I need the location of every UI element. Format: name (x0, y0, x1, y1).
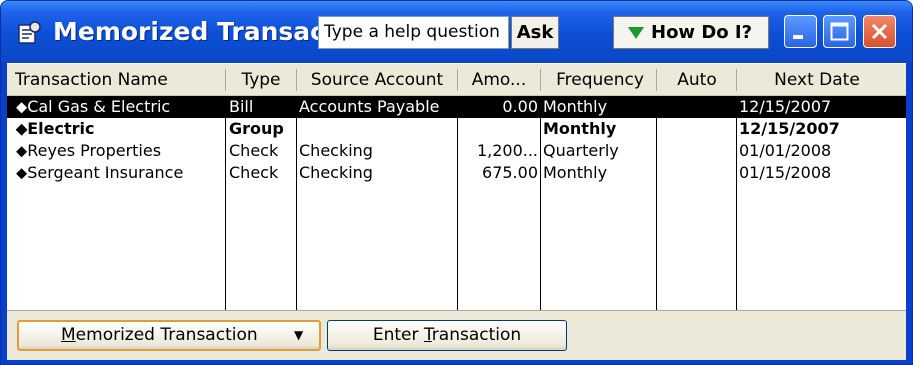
column-header-amount[interactable]: Amo... (461, 64, 537, 96)
enter-transaction-button[interactable]: Enter Transaction (327, 320, 567, 351)
transaction-name-cell: ⬥Reyes Properties (16, 140, 224, 162)
menu-arrow-icon: ▼ (294, 328, 304, 342)
row-bullet: ⬥ (16, 119, 28, 138)
amount-cell (459, 118, 538, 140)
memorized-transaction-list: Transaction Name Type Source Account Amo… (7, 63, 906, 360)
column-header-row: Transaction Name Type Source Account Amo… (7, 63, 906, 96)
frequency-cell: Monthly (543, 119, 617, 138)
close-button[interactable] (863, 15, 896, 48)
transaction-name: Electric (27, 119, 95, 138)
auto-cell (659, 96, 735, 118)
column-divider (540, 69, 541, 91)
amount-cell: 1,200... (476, 141, 538, 160)
type-cell: Check (229, 141, 279, 160)
column-gridline (656, 96, 657, 310)
memorized-transaction-window: Memorized Transactio... Type a help ques… (0, 0, 913, 365)
column-divider (225, 69, 226, 91)
column-header-frequency[interactable]: Frequency (544, 64, 656, 96)
column-divider (736, 69, 737, 91)
label-part: ransaction (431, 325, 522, 345)
column-header-auto[interactable]: Auto (660, 64, 734, 96)
dropdown-triangle-icon (628, 27, 644, 39)
column-gridline (457, 96, 458, 310)
frequency-cell: Quarterly (543, 141, 619, 160)
ask-button[interactable]: Ask (511, 16, 559, 49)
next-date-cell: 12/15/2007 (739, 97, 832, 116)
maximize-button[interactable] (823, 15, 856, 48)
column-divider (457, 69, 458, 91)
next-date-cell: 01/15/2008 (739, 163, 832, 182)
mnemonic-letter: M (61, 325, 76, 345)
row-bullet: ⬥ (16, 97, 28, 116)
frequency-cell: Monthly (543, 97, 608, 116)
close-icon (871, 23, 888, 40)
next-date-cell: 12/15/2007 (739, 119, 840, 138)
transaction-name-cell: ⬥Sergeant Insurance (16, 162, 224, 184)
column-gridline (296, 96, 297, 310)
help-search-input[interactable]: Type a help question (318, 16, 509, 49)
column-divider (296, 69, 297, 91)
column-header-type[interactable]: Type (231, 64, 291, 96)
column-gridline (540, 96, 541, 310)
type-cell: Group (229, 119, 284, 138)
transaction-name-cell: ⬥Cal Gas & Electric (16, 96, 224, 118)
title-bar[interactable]: Memorized Transactio... Type a help ques… (1, 1, 912, 63)
row-bullet: ⬥ (16, 163, 28, 182)
auto-cell (659, 140, 735, 162)
amount-cell: 0.00 (502, 97, 538, 116)
column-divider (656, 69, 657, 91)
minimize-icon (793, 35, 803, 39)
label-part: Enter (372, 325, 424, 345)
transaction-name: Cal Gas & Electric (27, 97, 171, 116)
column-gridline (736, 96, 737, 310)
next-date-cell: 01/01/2008 (739, 141, 832, 160)
column-gridline (225, 96, 226, 310)
memorized-list-icon (18, 21, 41, 44)
source-account-cell: Checking (299, 163, 373, 182)
source-account-cell: Checking (299, 141, 373, 160)
auto-cell (659, 118, 735, 140)
transaction-name-cell: ⬥Electric (16, 118, 224, 140)
maximize-icon (830, 22, 849, 41)
transaction-name: Reyes Properties (27, 141, 162, 160)
column-header-source-account[interactable]: Source Account (301, 64, 453, 96)
source-account-cell: Accounts Payable (299, 97, 440, 116)
mnemonic-letter: T (423, 325, 432, 345)
how-do-i-label: How Do I? (651, 22, 753, 43)
memorized-transaction-menu-button[interactable]: Memorized Transaction ▼ (17, 320, 321, 351)
button-bar: Memorized Transaction ▼ Enter Transactio… (7, 310, 906, 360)
column-header-name[interactable]: Transaction Name (15, 64, 215, 96)
label-part: emorized Transaction (75, 325, 258, 345)
how-do-i-button[interactable]: How Do I? (613, 16, 769, 49)
transaction-name: Sergeant Insurance (27, 163, 184, 182)
amount-cell: 675.00 (482, 163, 538, 182)
memorized-transaction-label: Memorized Transaction (61, 322, 258, 349)
column-header-next-date[interactable]: Next Date (742, 64, 892, 96)
type-cell: Bill (229, 97, 254, 116)
auto-cell (659, 162, 735, 184)
source-account-cell (299, 118, 456, 140)
minimize-button[interactable] (784, 15, 817, 48)
row-bullet: ⬥ (16, 141, 28, 160)
frequency-cell: Monthly (543, 163, 608, 182)
type-cell: Check (229, 163, 279, 182)
